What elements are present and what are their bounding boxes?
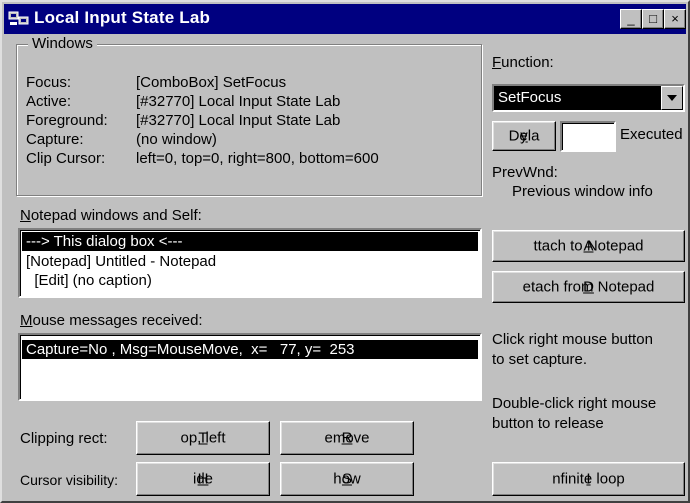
list-item[interactable]: [Notepad] Untitled - Notepad [22,252,478,271]
hide-button[interactable]: Hide [136,462,270,496]
infinite-loop-button[interactable]: Infinite loop [492,462,685,496]
cursor-visibility-label: Cursor visibility: [20,472,119,488]
capture-hint-line1: Click right mouse button [492,331,653,348]
remove-button[interactable]: Remove [280,421,414,455]
title-bar[interactable]: Local Input State Lab _ □ × [4,4,686,34]
attach-to-notepad-button[interactable]: Attach to Notepad [492,230,685,262]
focus-label: Focus: [26,74,72,91]
clip-cursor-label: Clip Cursor: [26,150,106,167]
clipping-rect-label: Clipping rect: [20,430,108,447]
release-hint-line1: Double-click right mouse [492,395,657,412]
minimize-icon: _ [627,11,635,26]
dialog-window: Local Input State Lab _ □ × Windows Focu… [0,0,690,503]
top-left-button[interactable]: Top, left [136,421,270,455]
release-hint-line2: button to release [492,415,604,432]
chevron-down-icon [667,95,677,101]
capture-hint-line2: to set capture. [492,351,588,368]
notepad-list-label: Notepad windows and Self: [20,207,202,224]
function-combobox[interactable]: SetFocus [492,84,685,112]
close-button[interactable]: × [664,9,686,29]
delay-button[interactable]: Dela y: [492,121,556,151]
mouse-messages-listbox[interactable]: Capture=No , Msg=MouseMove, x= 77, y= 25… [18,333,482,401]
show-button[interactable]: Show [280,462,414,496]
prevwnd-value: Previous window info [512,183,653,200]
foreground-label: Foreground: [26,112,108,129]
prevwnd-label: PrevWnd: [492,164,558,181]
app-icon [8,11,29,25]
capture-value: (no window) [136,131,217,148]
maximize-button[interactable]: □ [642,9,664,29]
list-item[interactable]: [Edit] (no caption) [22,271,478,290]
maximize-icon: □ [649,11,657,26]
list-item[interactable]: ---> This dialog box <--- [22,232,478,251]
window-title: Local Input State Lab [34,8,211,27]
close-icon: × [671,11,679,26]
minimize-button[interactable]: _ [620,9,642,29]
capture-label: Capture: [26,131,84,148]
function-selected-value: SetFocus [498,89,562,106]
foreground-value: [#32770] Local Input State Lab [136,112,341,129]
detach-from-notepad-button[interactable]: Detach from Notepad [492,271,685,303]
notepad-listbox[interactable]: ---> This dialog box <--- [Notepad] Unti… [18,228,482,298]
active-label: Active: [26,93,72,110]
windows-group-title: Windows [28,35,97,52]
function-label: Function: [492,54,554,71]
delay-input[interactable] [560,121,616,152]
active-value: [#32770] Local Input State Lab [136,93,341,110]
executed-status: Executed [620,126,683,143]
focus-value: [ComboBox] SetFocus [136,74,287,91]
mouse-messages-label: Mouse messages received: [20,312,203,329]
clip-cursor-value: left=0, top=0, right=800, bottom=600 [136,150,379,167]
combo-dropdown-button[interactable] [661,86,683,110]
list-item[interactable]: Capture=No , Msg=MouseMove, x= 77, y= 25… [22,340,478,359]
